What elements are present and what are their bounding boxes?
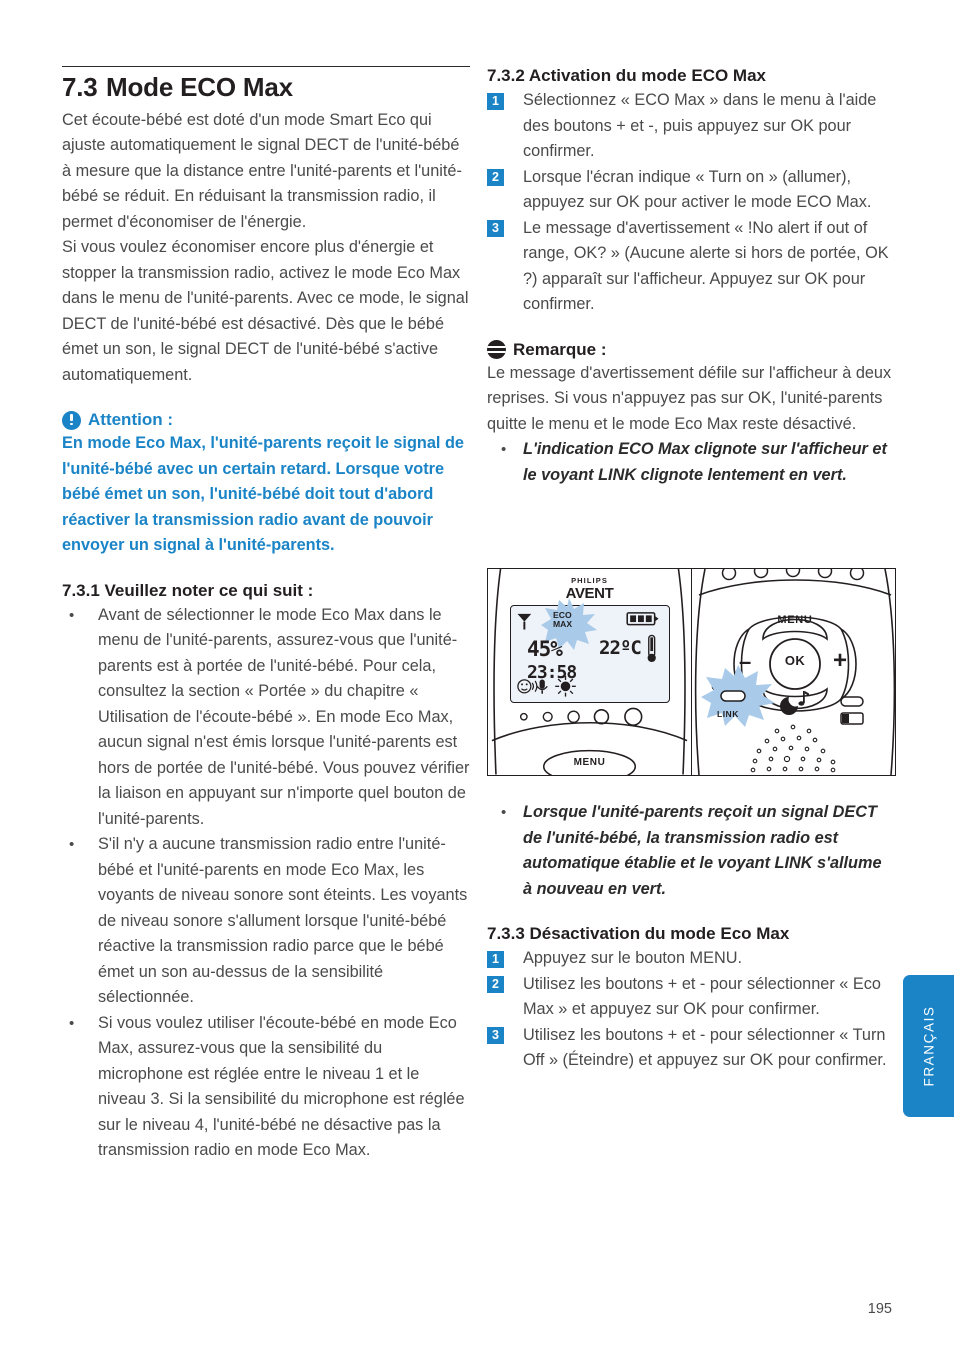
language-tab-label: FRANÇAIS [921, 1005, 937, 1087]
lcd-screen: ECO MAX 45% 22ºC 23:58 [510, 598, 670, 703]
step-text: Lorsque l'écran indique « Turn on » (all… [523, 167, 872, 212]
list-item: S'il n'y a aucune transmission radio ent… [62, 832, 470, 1011]
eco-max-line2: MAX [553, 619, 573, 630]
section-732-step-list: 1 Sélectionnez « ECO Max » dans le menu … [487, 88, 895, 318]
intro-paragraph-2: Si vous voulez économiser encore plus d'… [62, 238, 469, 384]
remarque-text: Le message d'avertissement défile sur l'… [487, 363, 892, 433]
intro-paragraph-1: Cet écoute-bébé est doté d'un mode Smart… [62, 110, 462, 231]
step-text: Appuyez sur le bouton MENU. [523, 949, 743, 967]
language-tab: FRANÇAIS [903, 975, 954, 1117]
remarque-bullet-list: L'indication ECO Max clignote sur l'affi… [487, 437, 895, 488]
section-733-heading: 7.3.3 Désactivation du mode Eco Max [487, 924, 790, 943]
humidity-readout: 45% [527, 637, 563, 661]
list-item: Avant de sélectionner le mode Eco Max da… [62, 603, 470, 833]
temperature-readout: 22ºC [599, 637, 642, 659]
list-item: 1 Sélectionnez « ECO Max » dans le menu … [487, 88, 895, 165]
step-badge: 3 [487, 1027, 504, 1044]
section-731-bullet-list: Avant de sélectionner le mode Eco Max da… [62, 603, 470, 1164]
list-item: 3 Le message d'avertissement « !No alert… [487, 216, 895, 318]
page-number: 195 [867, 1301, 892, 1317]
parent-unit-front-view: PHILIPS AVENT ECO MAX 45% 22ºC 23:58 MEN… [488, 569, 692, 775]
step-text: Utilisez les boutons + et - pour sélecti… [523, 1025, 887, 1070]
list-item: 3 Utilisez les boutons + et - pour sélec… [487, 1023, 895, 1074]
thermometer-icon [647, 634, 656, 663]
exclamation-circle-icon [62, 410, 81, 430]
section-732-heading: 7.3.2 Activation du mode ECO Max [487, 66, 766, 85]
menu-button-text: MENU [777, 614, 813, 626]
figure-note-bullet-list: Lorsque l'unité-parents reçoit un signal… [487, 800, 895, 902]
device-illustration: PHILIPS AVENT ECO MAX 45% 22ºC 23:58 MEN… [487, 568, 896, 776]
chapter-number: 7.3 [62, 72, 98, 102]
menu-button-label: MENU [573, 757, 606, 768]
section-731-heading: 7.3.1 Veuillez noter ce qui suit : [62, 580, 314, 600]
battery-icon [626, 612, 659, 626]
link-indicator-label: LINK [717, 709, 739, 719]
eco-max-label: ECO MAX [553, 610, 573, 630]
left-column: 7.3 Mode ECO Max Cet écoute-bébé est doté… [62, 66, 470, 1164]
clock-readout: 23:58 [527, 662, 577, 683]
page-title: 7.3 Mode ECO Max [62, 73, 470, 102]
step-badge: 1 [487, 92, 504, 110]
brand-philips-label: PHILIPS [571, 576, 608, 585]
right-column-lower: Lorsque l'unité-parents reçoit un signal… [487, 800, 895, 1074]
chapter-title: Mode ECO Max [106, 72, 293, 102]
remarque-callout-header: Remarque : [487, 340, 895, 360]
plus-button-text: + [833, 647, 848, 674]
antenna-icon [517, 613, 532, 630]
section-733-step-list: 1 Appuyez sur le bouton MENU. 2 Utilisez… [487, 946, 895, 1074]
list-item: L'indication ECO Max clignote sur l'affi… [487, 437, 895, 488]
list-item: 2 Utilisez les boutons + et - pour sélec… [487, 972, 895, 1023]
attention-title: Attention : [88, 410, 173, 430]
attention-text: En mode Eco Max, l'unité-parents reçoit … [62, 434, 464, 555]
list-item: Si vous voulez utiliser l'écoute-bébé en… [62, 1011, 470, 1164]
chapter-rule [62, 66, 470, 67]
step-text: Sélectionnez « ECO Max » dans le menu à … [523, 91, 877, 160]
manual-page: 7.3 Mode ECO Max Cet écoute-bébé est doté… [0, 0, 954, 1350]
attention-callout-header: Attention : [62, 410, 470, 430]
remarque-title: Remarque : [513, 339, 607, 359]
list-item: Lorsque l'unité-parents reçoit un signal… [487, 800, 895, 902]
step-badge: 2 [487, 169, 504, 186]
list-item: 2 Lorsque l'écran indique « Turn on » (a… [487, 165, 895, 216]
step-badge: 2 [487, 976, 504, 993]
step-text: Le message d'avertissement « !No alert i… [523, 218, 889, 314]
step-badge: 1 [487, 950, 504, 968]
list-item: 1 Appuyez sur le bouton MENU. [487, 946, 895, 972]
step-badge: 3 [487, 220, 504, 237]
step-text: Utilisez les boutons + et - pour sélecti… [523, 974, 881, 1019]
right-column: 7.3.2 Activation du mode ECO Max 1 Sélec… [487, 66, 895, 488]
note-circle-icon [487, 340, 506, 359]
parent-unit-keypad-view: LINK MENU OK – + [693, 569, 897, 775]
